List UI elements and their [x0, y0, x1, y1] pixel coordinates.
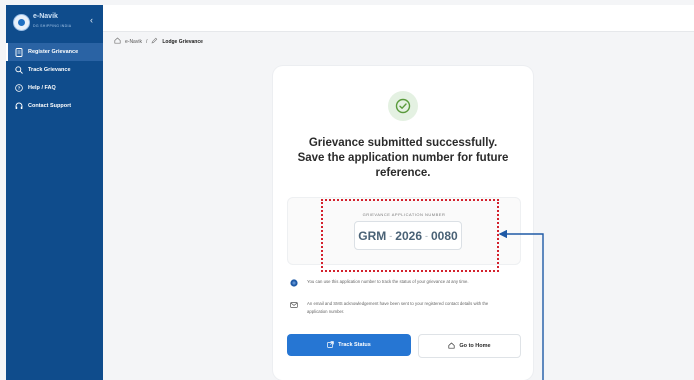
home-icon	[448, 342, 455, 351]
breadcrumb-separator: /	[145, 38, 148, 45]
success-check-icon	[388, 91, 418, 121]
info-note-text: An email and SMS acknowledgement have be…	[307, 301, 489, 314]
sidebar-item-label: Help / FAQ	[28, 85, 56, 91]
info-note-text: You can use this application number to t…	[307, 279, 469, 284]
info-note-acknowledgement: An email and SMS acknowledgement have be…	[290, 300, 500, 316]
headline-line-2: Save the application number for future	[297, 152, 509, 164]
brand-name: e-Navik	[33, 13, 58, 20]
brand: e-Navik DG SHIPPING INDIA ‹	[6, 5, 103, 43]
sidebar-nav: Register Grievance Track Grievance ? Hel…	[6, 43, 103, 115]
breadcrumb-root[interactable]: e-Navik	[125, 39, 142, 45]
external-link-icon	[327, 340, 334, 350]
edit-icon	[151, 37, 158, 46]
sidebar-item-help-faq[interactable]: ? Help / FAQ	[6, 79, 103, 97]
breadcrumb: e-Navik / Lodge Grievance	[114, 37, 203, 46]
collapse-sidebar-icon[interactable]: ‹	[90, 15, 93, 25]
home-icon[interactable]	[114, 37, 121, 46]
success-headline: Grievance submitted successfully. Save t…	[293, 136, 513, 181]
top-bar	[103, 5, 694, 32]
headline-line-3: reference.	[375, 167, 431, 179]
sidebar-item-label: Track Grievance	[28, 67, 71, 73]
sidebar-item-label: Register Grievance	[28, 49, 79, 55]
emblem-icon	[13, 14, 30, 31]
svg-text:?: ?	[17, 86, 20, 91]
search-icon	[14, 66, 23, 75]
headline-line-1: Grievance submitted successfully.	[308, 137, 498, 149]
application-number-highlight	[321, 199, 499, 272]
sidebar-item-track-grievance[interactable]: Track Grievance	[6, 61, 103, 79]
track-status-label: Track Status	[338, 342, 371, 348]
mail-icon	[290, 301, 298, 309]
go-to-home-button[interactable]: Go to Home	[418, 334, 521, 358]
sidebar-item-contact-support[interactable]: Contact Support	[6, 97, 103, 115]
track-status-button[interactable]: Track Status	[287, 334, 411, 356]
info-note-tracking: You can use this application number to t…	[290, 278, 500, 287]
info-icon	[290, 279, 298, 287]
sidebar-item-register-grievance[interactable]: Register Grievance	[6, 43, 103, 61]
help-icon: ?	[14, 84, 23, 93]
sidebar-item-label: Contact Support	[28, 103, 72, 109]
headset-icon	[14, 102, 23, 111]
sidebar: e-Navik DG SHIPPING INDIA ‹ Register Gri…	[6, 5, 103, 380]
go-to-home-label: Go to Home	[459, 343, 491, 349]
brand-subtitle: DG SHIPPING INDIA	[33, 24, 72, 28]
breadcrumb-current: Lodge Grievance	[162, 38, 203, 45]
document-icon	[14, 47, 23, 57]
